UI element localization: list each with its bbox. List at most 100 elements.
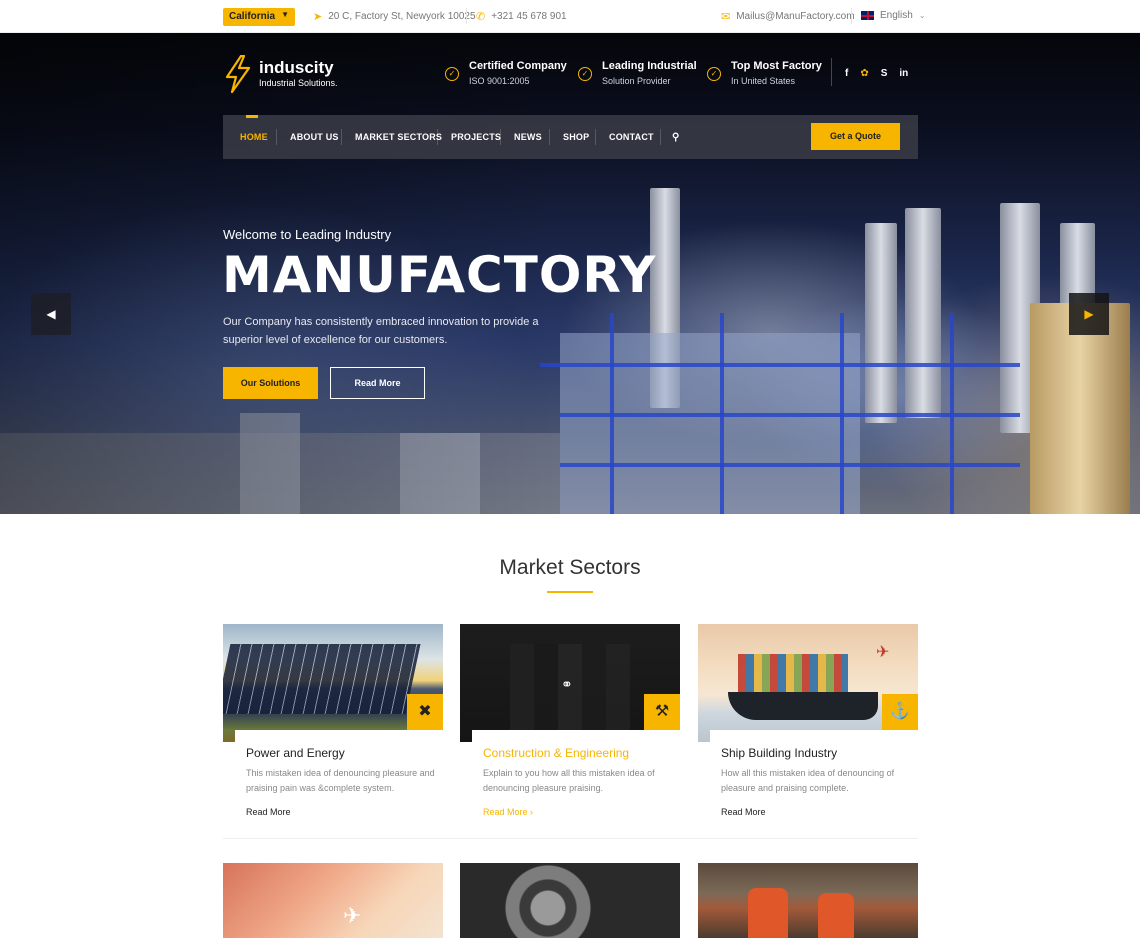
ship-containers — [738, 654, 848, 694]
lightning-bolt-icon — [225, 55, 251, 93]
card-title[interactable]: Construction & Engineering — [483, 746, 629, 760]
logo-name: induscity — [259, 58, 334, 77]
email-text[interactable]: Mailus@ManuFactory.com — [736, 11, 854, 22]
skyline-shapes — [510, 644, 630, 742]
our-solutions-button[interactable]: Our Solutions — [223, 367, 318, 399]
chevron-right-icon: › — [530, 807, 534, 817]
phone-text: +321 45 678 901 — [491, 11, 567, 22]
card-read-more-link[interactable]: Read More — [246, 807, 291, 817]
worker-figure — [748, 888, 788, 938]
feature-subtitle: ISO 9001:2005 — [469, 76, 530, 86]
hero-description: Our Company has consistently embraced in… — [223, 316, 539, 346]
nav-separator — [595, 129, 596, 145]
card-description: How all this mistaken idea of denouncing… — [721, 768, 895, 793]
card-read-more-label: Read More — [483, 807, 528, 817]
main-nav: HOME ABOUT US MARKET SECTORS PROJECTS NE… — [223, 115, 918, 159]
nav-separator — [437, 129, 438, 145]
plant-tank — [905, 208, 941, 418]
language-select[interactable]: English ⌄ — [861, 10, 926, 21]
top-bar: California ▼ ➤ 20 C, Factory St, Newyork… — [0, 0, 1140, 33]
link-icon[interactable]: ⚭ — [561, 676, 573, 693]
nav-item-about-us[interactable]: ABOUT US — [290, 132, 339, 142]
slider-prev-button[interactable]: ◀ — [31, 293, 71, 335]
sector-card-shipbuilding[interactable]: ✈ ⚓ Ship Building Industry How all this … — [698, 624, 918, 830]
nav-item-shop[interactable]: SHOP — [563, 132, 589, 142]
plant-tank — [865, 223, 897, 423]
nav-item-projects[interactable]: PROJECTS — [451, 132, 501, 142]
chevron-right-icon: ▶ — [1084, 307, 1094, 321]
read-more-button[interactable]: Read More — [330, 367, 425, 399]
check-circle-icon: ✓ — [445, 67, 459, 81]
phone-info: ✆ +321 45 678 901 — [476, 10, 567, 23]
card-title[interactable]: Power and Energy — [246, 746, 345, 760]
plant-beam — [950, 313, 954, 514]
facebook-icon[interactable]: f — [845, 68, 848, 79]
location-arrow-icon: ➤ — [313, 11, 323, 23]
search-icon[interactable]: ⚲ — [672, 132, 680, 143]
location-select[interactable]: California ▼ — [223, 8, 295, 26]
chevron-down-icon: ▼ — [281, 10, 289, 19]
hero-title: MANUFACTORY — [222, 246, 657, 304]
nav-item-market-sectors[interactable]: MARKET SECTORS — [355, 132, 442, 142]
crane-icon: ⚒ — [644, 694, 680, 730]
feature-subtitle: In United States — [731, 76, 796, 86]
feature-leading: ✓ Leading Industrial Solution Provider — [578, 59, 697, 89]
plant-beam — [840, 313, 844, 514]
card-read-more-link[interactable]: Read More › — [483, 807, 533, 817]
feature-title: Leading Industrial — [602, 60, 697, 72]
solar-panel-array — [223, 644, 421, 714]
nav-separator — [549, 129, 550, 145]
top-divider — [851, 8, 852, 24]
section-title: Market Sectors — [499, 556, 641, 579]
card-description: Explain to you how all this mistaken ide… — [483, 768, 655, 793]
worker-figure — [818, 893, 854, 938]
slider-next-button[interactable]: ▶ — [1069, 293, 1109, 335]
social-divider — [831, 58, 832, 86]
feature-subtitle: Solution Provider — [602, 76, 671, 86]
social-links: f ✿ S in — [831, 58, 908, 86]
chevron-left-icon: ◀ — [46, 307, 56, 321]
linkedin-icon[interactable]: in — [899, 68, 908, 79]
nav-item-news[interactable]: NEWS — [514, 132, 542, 142]
card-read-more-link[interactable]: Read More — [721, 807, 766, 817]
address-info: ➤ 20 C, Factory St, Newyork 10025 — [313, 10, 476, 23]
email-info[interactable]: ✉ Mailus@ManuFactory.com — [721, 10, 855, 23]
nav-item-home[interactable]: HOME — [240, 132, 268, 142]
feature-title: Top Most Factory — [731, 60, 822, 72]
location-select-value: California — [229, 11, 276, 22]
nav-separator — [660, 129, 661, 145]
engine-parts-image[interactable] — [460, 863, 680, 938]
plant-beam — [720, 313, 724, 514]
site-logo[interactable]: induscity Industrial Solutions. — [223, 55, 338, 93]
section-divider — [223, 838, 918, 839]
chevron-down-icon: ⌄ — [918, 11, 926, 20]
envelope-icon: ✉ — [721, 11, 731, 23]
sector-card-construction[interactable]: ⚭ ⚒ Construction & Engineering Explain t… — [460, 624, 680, 830]
ship-hull — [728, 692, 878, 720]
nav-separator — [276, 129, 277, 145]
feature-top-factory: ✓ Top Most Factory In United States — [707, 59, 822, 89]
get-quote-button[interactable]: Get a Quote — [811, 123, 900, 150]
title-underline — [547, 591, 593, 593]
airplane-icon: ✈ — [876, 644, 890, 661]
top-divider — [466, 8, 467, 24]
sector-card-power[interactable]: ✖ Power and Energy This mistaken idea of… — [223, 624, 443, 830]
flag-uk-icon — [861, 11, 874, 20]
factory-workers-image[interactable] — [698, 863, 918, 938]
nav-item-contact[interactable]: CONTACT — [609, 132, 654, 142]
hero-subtitle: Welcome to Leading Industry — [223, 227, 392, 242]
feature-title: Certified Company — [469, 60, 567, 72]
skype-icon[interactable]: S — [881, 68, 888, 79]
windmill-icon: ✖ — [407, 694, 443, 730]
card-title[interactable]: Ship Building Industry — [721, 746, 837, 760]
check-circle-icon: ✓ — [707, 67, 721, 81]
plant-beam — [610, 313, 614, 514]
card-description: This mistaken idea of denouncing pleasur… — [246, 768, 435, 793]
twitter-icon[interactable]: ✿ — [860, 68, 868, 79]
address-text: 20 C, Factory St, Newyork 10025 — [328, 11, 476, 22]
ship-icon: ⚓ — [882, 694, 918, 730]
airplane-icon: ✈ — [343, 903, 362, 928]
plant-structure — [560, 333, 860, 514]
language-text: English — [880, 10, 913, 21]
aerospace-image[interactable]: ✈ — [223, 863, 443, 938]
